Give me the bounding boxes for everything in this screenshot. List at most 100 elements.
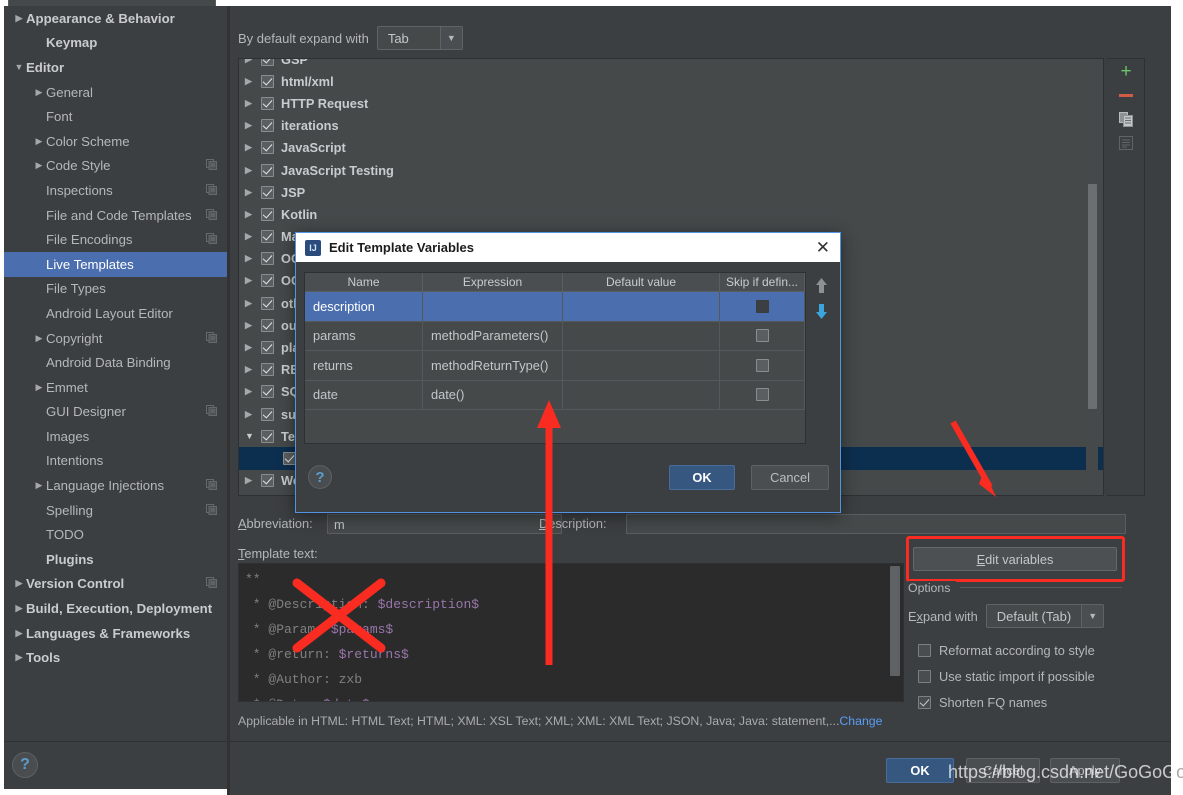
template-group-checkbox[interactable] (261, 407, 274, 421)
variable-name-cell[interactable]: params (305, 321, 423, 350)
copy-settings-icon[interactable] (206, 404, 217, 419)
template-group-checkbox[interactable] (261, 230, 274, 244)
sidebar-item-intentions[interactable]: ▶Intentions (4, 449, 227, 474)
chevron-right-icon[interactable]: ▶ (245, 320, 261, 331)
sidebar-item-general[interactable]: ▶ General (4, 80, 227, 105)
dialog-ok-button[interactable]: OK (669, 465, 735, 490)
template-group-row-http-request[interactable]: ▶ HTTP Request (239, 92, 1103, 114)
chevron-right-icon[interactable]: ▶ (12, 653, 26, 662)
skip-if-defined-checkbox[interactable] (755, 329, 769, 343)
chevron-right-icon[interactable]: ▶ (12, 13, 26, 23)
variable-default-value-cell[interactable] (563, 321, 720, 350)
chevron-right-icon[interactable]: ▶ (245, 142, 261, 153)
apply-button[interactable]: Apply (1050, 758, 1120, 783)
variables-table[interactable]: Name Expression Default value Skip if de… (304, 272, 806, 444)
column-header-skip-if-defined[interactable]: Skip if defin... (720, 273, 805, 292)
variable-expression-cell[interactable]: methodParameters() (423, 321, 563, 350)
template-group-row-html-xml[interactable]: ▶ html/xml (239, 70, 1103, 92)
chevron-right-icon[interactable]: ▶ (12, 604, 26, 613)
sidebar-item-file-encodings[interactable]: ▶File Encodings (4, 227, 227, 252)
copy-settings-icon[interactable] (206, 503, 217, 518)
template-group-row-jsp[interactable]: ▶ JSP (239, 181, 1103, 203)
sidebar-item-keymap[interactable]: ▶Keymap (4, 31, 227, 56)
dialog-cancel-button[interactable]: Cancel (751, 465, 829, 490)
chevron-right-icon[interactable]: ▶ (245, 59, 261, 65)
copy-settings-icon[interactable] (206, 331, 217, 346)
template-group-checkbox[interactable] (261, 341, 274, 355)
default-expand-with-select[interactable]: Tab ▼ (376, 26, 463, 50)
sidebar-item-file-types[interactable]: ▶File Types (4, 277, 227, 302)
dialog-title-bar[interactable]: IJ Edit Template Variables ✕ (296, 233, 840, 262)
sidebar-item-build-execution-deployment[interactable]: ▶ Build, Execution, Deployment (4, 596, 227, 621)
expand-with-select[interactable]: Default (Tab) ▼ (985, 604, 1105, 628)
template-group-checkbox[interactable] (261, 59, 274, 66)
change-context-link[interactable]: Change (839, 714, 882, 728)
sidebar-item-appearance-behavior[interactable]: ▶ Appearance & Behavior (4, 6, 227, 31)
chevron-right-icon[interactable]: ▶ (245, 231, 261, 242)
help-icon[interactable]: ? (12, 752, 38, 778)
template-group-checkbox[interactable] (261, 363, 274, 377)
sidebar-item-live-templates[interactable]: ▶Live Templates (4, 251, 227, 277)
chevron-right-icon[interactable]: ▶ (245, 342, 261, 353)
chevron-right-icon[interactable]: ▶ (245, 187, 261, 198)
variable-default-value-cell[interactable] (563, 380, 720, 409)
sidebar-item-color-scheme[interactable]: ▶ Color Scheme (4, 129, 227, 154)
sidebar-item-images[interactable]: ▶Images (4, 424, 227, 449)
chevron-right-icon[interactable]: ▶ (245, 364, 261, 375)
variable-row[interactable]: description (305, 292, 805, 322)
copy-settings-icon[interactable] (206, 208, 217, 223)
variable-row[interactable]: date date() (305, 380, 805, 410)
shorten-fq-checkbox[interactable] (918, 696, 931, 709)
chevron-right-icon[interactable]: ▶ (12, 628, 26, 638)
copy-settings-icon[interactable] (206, 183, 217, 198)
variable-skip-cell[interactable] (720, 321, 805, 350)
variable-name-cell[interactable]: date (305, 380, 423, 409)
abbreviation-input[interactable]: m (327, 514, 562, 534)
sidebar-item-file-and-code-templates[interactable]: ▶File and Code Templates (4, 203, 227, 228)
template-text-editor[interactable]: ** * @Description: $description$ * @Para… (238, 563, 904, 702)
template-group-checkbox[interactable] (261, 141, 274, 155)
sidebar-item-tools[interactable]: ▶ Tools (4, 645, 227, 670)
sidebar-item-copyright[interactable]: ▶ Copyright (4, 326, 227, 351)
variable-expression-cell[interactable] (423, 292, 563, 321)
template-group-checkbox[interactable] (261, 74, 274, 88)
column-header-expression[interactable]: Expression (423, 273, 563, 292)
template-group-row-gsp[interactable]: ▶ GSP (239, 59, 1103, 70)
description-input[interactable] (626, 514, 1126, 534)
skip-if-defined-checkbox[interactable] (755, 358, 769, 372)
template-group-checkbox[interactable] (261, 96, 274, 110)
skip-if-defined-checkbox[interactable] (755, 388, 769, 402)
add-template-button[interactable]: + (1107, 59, 1145, 83)
template-group-checkbox[interactable] (261, 119, 274, 133)
template-list-scrollbar-thumb[interactable] (1088, 184, 1097, 409)
chevron-right-icon[interactable]: ▶ (32, 382, 46, 392)
copy-settings-icon[interactable] (206, 478, 217, 493)
edit-variables-button[interactable]: Edit variables (913, 547, 1117, 571)
chevron-right-icon[interactable]: ▶ (32, 136, 46, 146)
variable-skip-cell[interactable] (720, 380, 805, 409)
chevron-right-icon[interactable]: ▶ (32, 333, 46, 343)
column-header-name[interactable]: Name (305, 273, 423, 292)
variable-default-value-cell[interactable] (563, 351, 720, 380)
template-group-checkbox[interactable] (261, 274, 274, 288)
reformat-according-to-style-row[interactable]: Reformat according to style (918, 643, 1095, 658)
document-icon[interactable] (1107, 131, 1145, 155)
chevron-right-icon[interactable]: ▶ (245, 209, 261, 220)
dialog-help-icon[interactable]: ? (308, 465, 332, 489)
arrow-down-icon[interactable] (808, 298, 834, 324)
cancel-button[interactable]: Cancel (966, 758, 1040, 783)
sidebar-item-editor[interactable]: ▼ Editor (4, 55, 227, 80)
copy-settings-icon[interactable] (206, 158, 217, 173)
sidebar-item-todo[interactable]: ▶TODO (4, 522, 227, 547)
template-group-checkbox[interactable] (261, 185, 274, 199)
column-header-default-value[interactable]: Default value (563, 273, 720, 292)
template-group-row-javascript[interactable]: ▶ JavaScript (239, 137, 1103, 159)
template-group-checkbox[interactable] (261, 163, 274, 177)
close-icon[interactable]: ✕ (812, 239, 834, 256)
sidebar-item-plugins[interactable]: ▶Plugins (4, 547, 227, 572)
template-group-row-kotlin[interactable]: ▶ Kotlin (239, 203, 1103, 225)
template-group-row-iterations[interactable]: ▶ iterations (239, 115, 1103, 137)
template-group-checkbox[interactable] (261, 318, 274, 332)
chevron-right-icon[interactable]: ▶ (245, 475, 261, 486)
chevron-right-icon[interactable]: ▶ (245, 386, 261, 397)
